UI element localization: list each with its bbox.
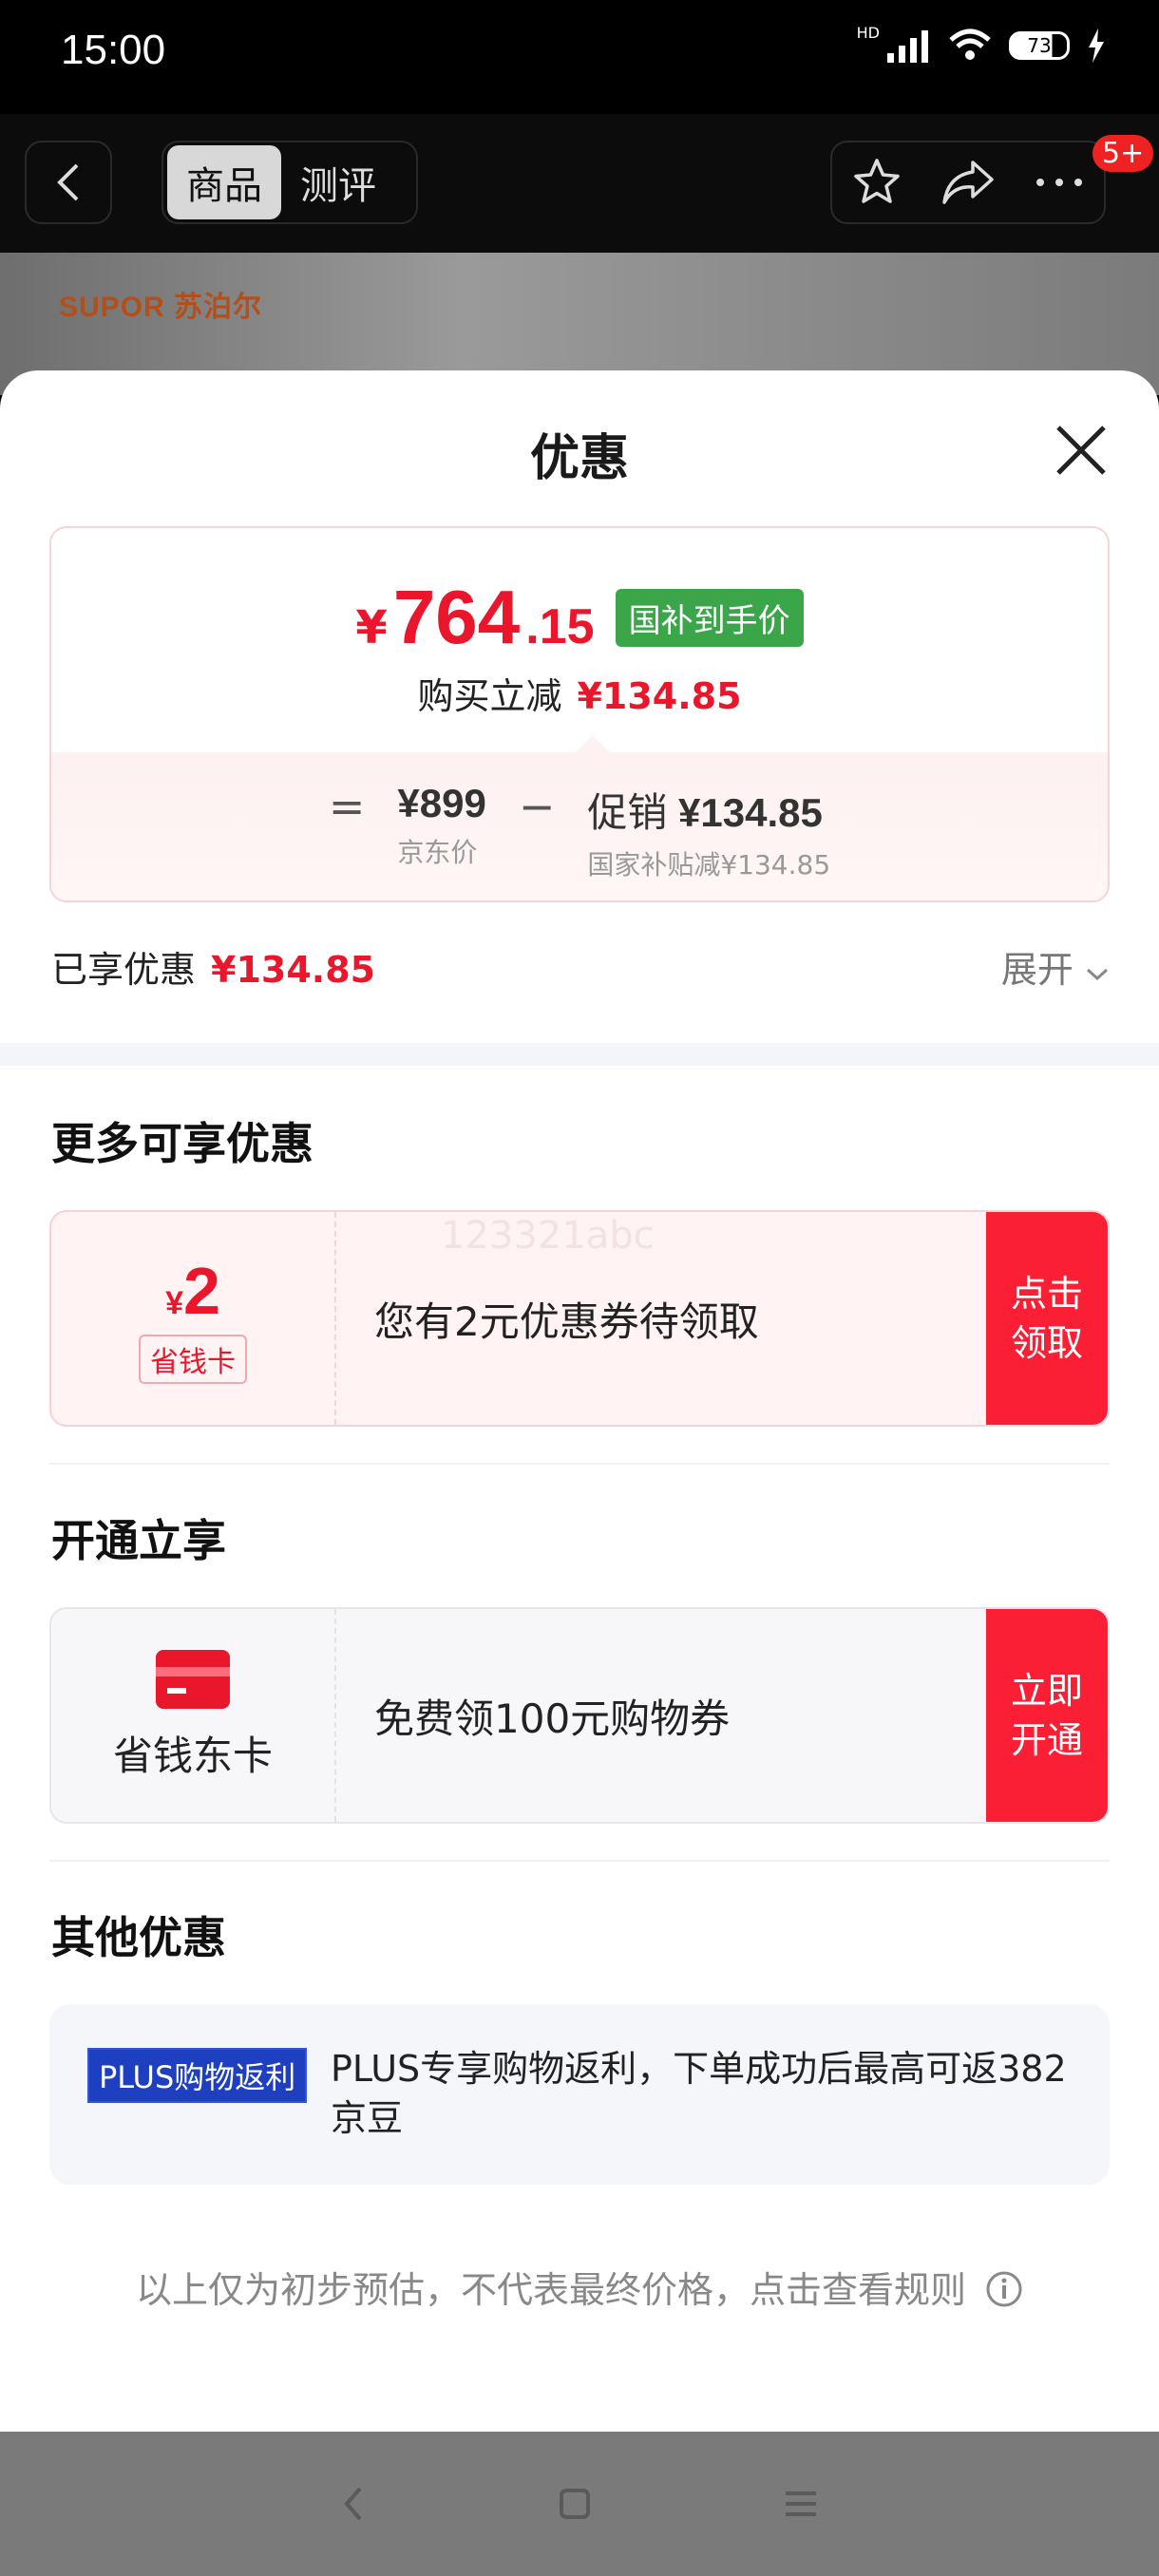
jd-price-label: 京东价 [397,837,478,868]
other-discounts-title: 其他优惠 [51,1912,226,1963]
battery-indicator: 73 [1009,31,1070,60]
savings-card-offer: 省钱东卡 免费领100元购物券 立即开通 [49,1607,1110,1824]
pointer-arrow [576,735,610,752]
discount-sheet: 优惠 ¥ 764 .15 国补到手价 购买立减 ¥134.85 = ¥899 京东… [0,370,1159,2432]
plus-rebate-box[interactable]: PLUS购物返利 PLUS专享购物返利，下单成功后最高可返382京豆 [49,2004,1110,2185]
disclaimer-text: 以上仅为初步预估，不代表最终价格，点击查看规则 [135,2269,966,2311]
charging-icon [1089,28,1104,63]
subsidy-price-tag: 国补到手价 [615,589,804,647]
promo-value: 促销 ¥134.85 [587,781,830,839]
message-badge: 5+ [1092,135,1154,172]
product-tabs: 商品 测评 [162,141,418,224]
tab-product[interactable]: 商品 [167,145,281,219]
jd-price: ¥899 京东价 [397,781,485,870]
chevron-left-icon [57,163,79,201]
promo-sub: 国家补贴减¥134.85 [587,849,831,881]
coupon-text: 您有2元优惠券待领取 [374,1297,759,1345]
battery-level: 73 [1027,34,1052,57]
tab-review[interactable]: 测评 [281,145,395,219]
activate-button[interactable]: 立即 开通 [986,1609,1108,1822]
sheet-title: 优惠 [529,430,629,487]
savings-card: 省钱东卡 [51,1609,336,1822]
currency-symbol: ¥ [355,601,388,654]
pricing-disclaimer[interactable]: 以上仅为初步预估，不代表最终价格，点击查看规则 [0,2261,1159,2313]
savings-card-description: 免费领100元购物券 [336,1609,986,1822]
star-icon[interactable] [851,157,902,208]
claim-button-line2: 领取 [1010,1322,1083,1364]
share-icon[interactable] [940,159,996,206]
expand-label: 展开 [1000,949,1074,991]
divider-line [49,1860,1110,1862]
price-card-top: ¥ 764 .15 国补到手价 购买立减 ¥134.85 [51,528,1108,752]
chevron-down-icon [1086,968,1109,981]
coupon-number: 2 [182,1254,220,1328]
coupon-currency: ¥ [165,1285,183,1321]
price-breakdown: = ¥899 京东价 − 促销 ¥134.85 国家补贴减¥134.85 [51,735,1108,900]
coupon-value: ¥2 省钱卡 [51,1212,336,1425]
section-divider [0,1043,1159,1066]
jd-price-value: ¥899 [397,781,486,825]
signal-icon [887,30,928,63]
savings-card-text: 免费领100元购物券 [374,1695,731,1742]
final-price: ¥ 764 .15 国补到手价 [51,574,1108,661]
expand-button[interactable]: 展开 [1001,940,1110,993]
coupon-card: ¥2 省钱卡 123321abc 您有2元优惠券待领取 点击领取 [49,1210,1110,1427]
equals-sign: = [328,781,366,832]
info-icon [986,2271,1022,2307]
nav-tools [830,141,1106,224]
status-time: 15:00 [61,27,166,73]
open-enjoy-title: 开通立享 [51,1515,226,1566]
nav-home-icon[interactable] [558,2487,592,2521]
claim-coupon-button[interactable]: 点击 领取 [986,1212,1108,1425]
coupon-amount: ¥2 [165,1253,220,1329]
status-bar: 15:00 HD 73 [0,0,1159,114]
enjoyed-discount: 已享优惠 ¥134.85 [51,940,375,993]
reduction-amount: ¥134.85 [577,675,742,717]
price-card: ¥ 764 .15 国补到手价 购买立减 ¥134.85 = ¥899 京东价 −… [49,526,1110,902]
enjoyed-amount: ¥134.85 [211,949,376,991]
reduction-label: 购买立减 [417,675,562,717]
more-discounts-title: 更多可享优惠 [51,1118,314,1169]
nav-back-icon[interactable] [339,2483,368,2525]
product-nav-bar: 商品 测评 5+ [0,114,1159,253]
minus-sign: − [518,781,556,832]
activate-button-line1: 立即 [1010,1670,1083,1712]
network-type: HD [856,23,880,42]
plus-rebate-text: PLUS专享购物返利，下单成功后最高可返382京豆 [331,2048,1067,2139]
back-button[interactable] [25,141,112,224]
promo-label: 促销 [587,789,668,836]
final-price-integer: 764 [392,575,521,659]
more-icon[interactable] [1034,176,1085,189]
coupon-watermark: 123321abc [441,1214,655,1258]
promo-amount: ¥134.85 [678,790,823,835]
nav-menu-icon[interactable] [782,2489,820,2519]
price-formula: = ¥899 京东价 − 促销 ¥134.85 国家补贴减¥134.85 [51,781,1108,882]
wifi-icon [949,28,991,60]
divider-line [49,1463,1110,1465]
final-price-decimal: .15 [525,599,595,654]
claim-button-line1: 点击 [1010,1273,1083,1315]
coupon-description: 123321abc 您有2元优惠券待领取 [336,1212,986,1425]
system-nav-bar [0,2432,1159,2576]
activate-button-line2: 开通 [1010,1719,1083,1761]
coupon-tag: 省钱卡 [139,1335,247,1384]
savings-card-name: 省钱东卡 [112,1732,273,1779]
purchase-reduction: 购买立减 ¥134.85 [51,667,1108,719]
close-icon[interactable] [1053,422,1110,479]
brand-logo: SUPOR 苏泊尔 [59,292,263,323]
enjoyed-label: 已享优惠 [51,949,197,991]
status-icons: HD 73 [847,24,1106,63]
promo-deduction: 促销 ¥134.85 国家补贴减¥134.85 [587,781,830,882]
plus-rebate-tag: PLUS购物返利 [87,2048,308,2103]
card-icon [156,1649,230,1709]
